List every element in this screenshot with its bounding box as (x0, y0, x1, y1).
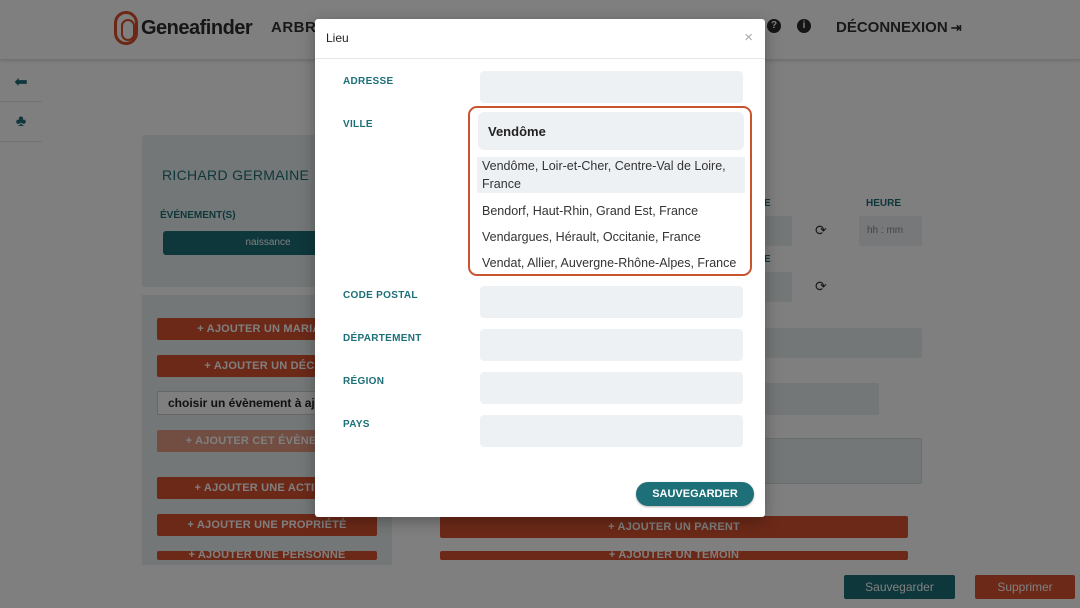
suggestion-item[interactable]: Vendat, Allier, Auvergne-Rhône-Alpes, Fr… (477, 254, 745, 272)
departement-input[interactable] (480, 329, 743, 361)
adresse-input[interactable] (480, 71, 743, 103)
suggestion-item[interactable]: Vendôme, Loir-et-Cher, Centre-Val de Loi… (477, 157, 745, 193)
departement-label: DÉPARTEMENT (343, 333, 422, 344)
region-input[interactable] (480, 372, 743, 404)
region-label: RÉGION (343, 376, 385, 387)
lieu-modal: Lieu × ADRESSE VILLE Vendôme, Loir-et-Ch… (315, 19, 765, 517)
suggestion-item[interactable]: Vendargues, Hérault, Occitanie, France (477, 228, 745, 246)
ville-autocomplete: Vendôme, Loir-et-Cher, Centre-Val de Loi… (468, 106, 752, 276)
adresse-label: ADRESSE (343, 76, 394, 87)
suggestion-item[interactable]: Bendorf, Haut-Rhin, Grand Est, France (477, 202, 745, 220)
sauvegarder-button[interactable]: SAUVEGARDER (636, 482, 754, 506)
pays-label: PAYS (343, 419, 370, 430)
modal-title: Lieu (326, 31, 349, 45)
close-icon[interactable]: × (744, 29, 753, 46)
pays-input[interactable] (480, 415, 743, 447)
code-postal-input[interactable] (480, 286, 743, 318)
ville-input[interactable] (478, 112, 744, 150)
code-postal-label: CODE POSTAL (343, 290, 418, 301)
ville-label: VILLE (343, 119, 373, 130)
modal-header: Lieu × (315, 19, 765, 59)
